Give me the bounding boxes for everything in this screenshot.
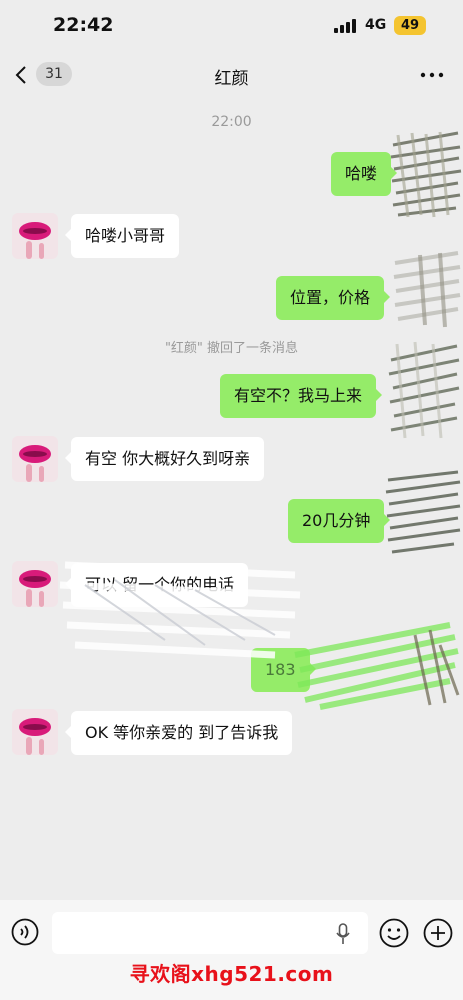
redaction-scribble bbox=[59, 561, 301, 659]
incoming-message[interactable]: 哈喽小哥哥 bbox=[64, 214, 180, 258]
outgoing-message[interactable]: 位置，价格 bbox=[276, 276, 391, 320]
incoming-message[interactable]: 有空 你大概好久到呀亲 bbox=[64, 437, 265, 481]
chat-title: 红颜 bbox=[214, 69, 249, 89]
outgoing-message[interactable]: 有空不？我马上来 bbox=[220, 374, 383, 418]
incoming-message[interactable]: OK 等你亲爱的 到了告诉我 bbox=[64, 711, 293, 755]
status-time: 22:42 bbox=[53, 14, 114, 36]
contact-avatar[interactable] bbox=[12, 709, 58, 755]
input-bar: 寻欢阁xhg521.com bbox=[0, 900, 463, 1000]
redaction-scribble bbox=[388, 341, 460, 439]
redaction-scribble bbox=[390, 131, 462, 218]
contact-avatar[interactable] bbox=[12, 561, 58, 607]
redaction-scribble bbox=[393, 251, 461, 328]
battery-indicator: 49 bbox=[394, 16, 426, 35]
voice-icon[interactable] bbox=[11, 918, 39, 946]
redaction-scribble bbox=[294, 622, 460, 710]
emoji-icon[interactable] bbox=[379, 918, 409, 948]
status-bar: 22:42 4G 49 bbox=[0, 0, 463, 52]
message-input[interactable] bbox=[52, 912, 368, 954]
more-icon[interactable] bbox=[420, 72, 444, 78]
signal-icon bbox=[334, 19, 356, 33]
contact-avatar[interactable] bbox=[12, 436, 58, 482]
mic-icon[interactable] bbox=[336, 923, 350, 945]
plus-icon[interactable] bbox=[423, 918, 453, 948]
contact-avatar[interactable] bbox=[12, 213, 58, 259]
outgoing-message[interactable]: 20几分钟 bbox=[288, 499, 391, 543]
watermark-text: 寻欢阁xhg521.com bbox=[129, 962, 334, 986]
chat-header: 31 红颜 bbox=[0, 52, 463, 98]
outgoing-message[interactable]: 哈喽 bbox=[331, 152, 398, 196]
redaction-scribble bbox=[385, 470, 461, 554]
network-type: 4G bbox=[365, 17, 387, 33]
